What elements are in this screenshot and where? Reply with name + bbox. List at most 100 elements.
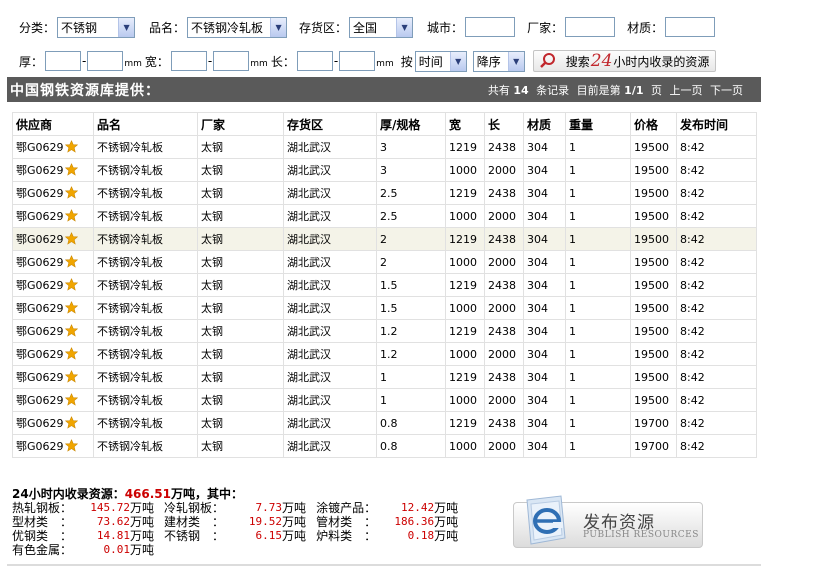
table-cell: 2000 [484,342,524,366]
cell-text: 304 [527,232,548,246]
table-cell: 1000 [445,296,485,320]
supplier-cell[interactable]: 鄂G0629 [12,342,94,366]
summary-item-name[interactable]: 不锈钢 ： [164,529,230,543]
supplier-cell[interactable]: 鄂G0629 [12,135,94,159]
product-select[interactable]: 不锈钢冷轧板 ▼ [187,16,288,38]
cell-text: 不锈钢冷轧板 [97,164,163,177]
cell-text: 1 [569,232,576,246]
length-min-input[interactable] [296,51,333,71]
length-label: 长： [270,54,295,69]
sort-order-select[interactable]: 降序 ▼ [472,50,525,72]
supplier-cell[interactable]: 鄂G0629 [12,434,94,458]
table-cell: 3 [376,135,446,159]
star-icon [64,416,78,429]
supplier-cell[interactable]: 鄂G0629 [12,158,94,182]
table-cell: 2000 [484,388,524,412]
cell-text: 湖北武汉 [287,440,331,453]
cell-text: 太钢 [201,417,223,430]
summary-item-name[interactable]: 优钢类 ： [12,529,78,543]
table-row[interactable]: 鄂G0629 不锈钢冷轧板 太钢 湖北武汉 2 1000 2000 304 1 19500 8:42 [12,250,757,274]
table-cell: 太钢 [197,158,284,182]
cell-text: 19500 [634,186,669,200]
summary-item-name[interactable]: 建材类 ： [164,515,230,529]
thickness-max-input[interactable] [87,51,124,71]
width-min-input[interactable] [170,51,207,71]
table-row[interactable]: 鄂G0629 不锈钢冷轧板 太钢 湖北武汉 0.8 1219 2438 304 1 19700 8:… [12,411,757,435]
publish-resources-button[interactable]: 发布资源 PUBLISH RESOURCES [513,494,703,550]
supplier-cell[interactable]: 鄂G0629 [12,250,94,274]
cell-text: 19500 [634,163,669,177]
cell-text: 2000 [488,209,516,223]
cell-text: 1000 [449,301,477,315]
cell-text: 8:42 [680,140,705,154]
table-cell: 1.2 [376,342,446,366]
summary-item-name[interactable]: 炉料类 ： [316,529,382,543]
cell-text: 湖北武汉 [287,348,331,361]
cell-text: 湖北武汉 [287,371,331,384]
cell-text: 8:42 [680,232,705,246]
table-row[interactable]: 鄂G0629 不锈钢冷轧板 太钢 湖北武汉 1.5 1219 2438 304 1 19500 8:… [12,273,757,297]
cell-text: 304 [527,370,548,384]
table-cell: 304 [523,411,566,435]
table-cell: 304 [523,434,566,458]
table-row[interactable]: 鄂G0629 不锈钢冷轧板 太钢 湖北武汉 3 1000 2000 304 1 19500 8:42 [12,158,757,182]
summary-item-name[interactable]: 型材类 ： [12,515,78,529]
star-icon [64,370,78,383]
supplier-cell[interactable]: 鄂G0629 [12,204,94,228]
sort-field-select[interactable]: 时间 ▼ [414,50,467,72]
width-max-input[interactable] [213,51,250,71]
prev-page-link[interactable]: 上一页 [670,84,703,97]
table-row[interactable]: 鄂G0629 不锈钢冷轧板 太钢 湖北武汉 1 1000 2000 304 1 19500 8:42 [12,388,757,412]
summary-item-name[interactable]: 热轧钢板： [12,501,78,515]
city-input[interactable] [465,17,516,37]
cell-text: 不锈钢冷轧板 [97,256,163,269]
table-row[interactable]: 鄂G0629 不锈钢冷轧板 太钢 湖北武汉 2.5 1219 2438 304 1 19500 8:… [12,181,757,205]
summary-item-unit: 万吨 [130,501,155,515]
table-cell: 8:42 [676,365,757,389]
supplier-cell[interactable]: 鄂G0629 [12,411,94,435]
table-row[interactable]: 鄂G0629 不锈钢冷轧板 太钢 湖北武汉 1 1219 2438 304 1 19500 8:42 [12,365,757,389]
supplier-cell[interactable]: 鄂G0629 [12,319,94,343]
table-cell: 19500 [630,135,677,159]
maker-input[interactable] [565,17,616,37]
material-input[interactable] [665,17,716,37]
table-cell: 8:42 [676,181,757,205]
supplier-cell[interactable]: 鄂G0629 [12,181,94,205]
length-max-input[interactable] [339,51,376,71]
thickness-min-input[interactable] [45,51,82,71]
next-page-link[interactable]: 下一页 [710,84,743,97]
summary-item-name[interactable]: 涂镀产品： [316,501,382,515]
table-cell: 2.5 [376,181,446,205]
supplier-cell[interactable]: 鄂G0629 [12,388,94,412]
cell-text: 304 [527,324,548,338]
table-row[interactable]: 鄂G0629 不锈钢冷轧板 太钢 湖北武汉 1.5 1000 2000 304 1 19500 8:… [12,296,757,320]
summary-item-name[interactable]: 冷轧钢板： [164,501,230,515]
cell-text: 湖北武汉 [287,256,331,269]
supplier-cell[interactable]: 鄂G0629 [12,227,94,251]
table-row[interactable]: 鄂G0629 不锈钢冷轧板 太钢 湖北武汉 2 1219 2438 304 1 19500 8:42 [12,227,757,251]
table-cell: 1000 [445,342,485,366]
table-cell: 1 [565,250,631,274]
table-cell: 不锈钢冷轧板 [93,158,198,182]
column-header: 供应商 [12,112,94,136]
cell-text: 19500 [634,232,669,246]
cell-text: 19500 [634,140,669,154]
category-select[interactable]: 不锈钢 ▼ [57,16,136,38]
summary-item-name[interactable]: 管材类 ： [316,515,382,529]
filter-row-2: 厚： - mm 宽： - mm 长： - mm 按 时间 ▼ 降序 ▼ 搜索 2… [19,50,717,72]
table-row[interactable]: 鄂G0629 不锈钢冷轧板 太钢 湖北武汉 1.2 1219 2438 304 1 19500 8:… [12,319,757,343]
supplier-cell[interactable]: 鄂G0629 [12,273,94,297]
table-row[interactable]: 鄂G0629 不锈钢冷轧板 太钢 湖北武汉 2.5 1000 2000 304 1 19500 8:… [12,204,757,228]
region-select[interactable]: 全国 ▼ [349,16,414,38]
cell-text: 2438 [488,370,516,384]
supplier-cell[interactable]: 鄂G0629 [12,365,94,389]
summary-item-name[interactable]: 有色金属： [12,543,78,557]
table-row[interactable]: 鄂G0629 不锈钢冷轧板 太钢 湖北武汉 1.2 1000 2000 304 1 19500 8:… [12,342,757,366]
summary-item-unit: 万吨 [282,529,307,543]
table-cell: 8:42 [676,296,757,320]
table-row[interactable]: 鄂G0629 不锈钢冷轧板 太钢 湖北武汉 3 1219 2438 304 1 19500 8:42 [12,135,757,159]
search-button[interactable]: 搜索 24 小时内收录的资源 [532,50,717,72]
table-row[interactable]: 鄂G0629 不锈钢冷轧板 太钢 湖北武汉 0.8 1000 2000 304 1 19700 8:… [12,434,757,458]
supplier-cell[interactable]: 鄂G0629 [12,296,94,320]
table-cell: 19500 [630,158,677,182]
